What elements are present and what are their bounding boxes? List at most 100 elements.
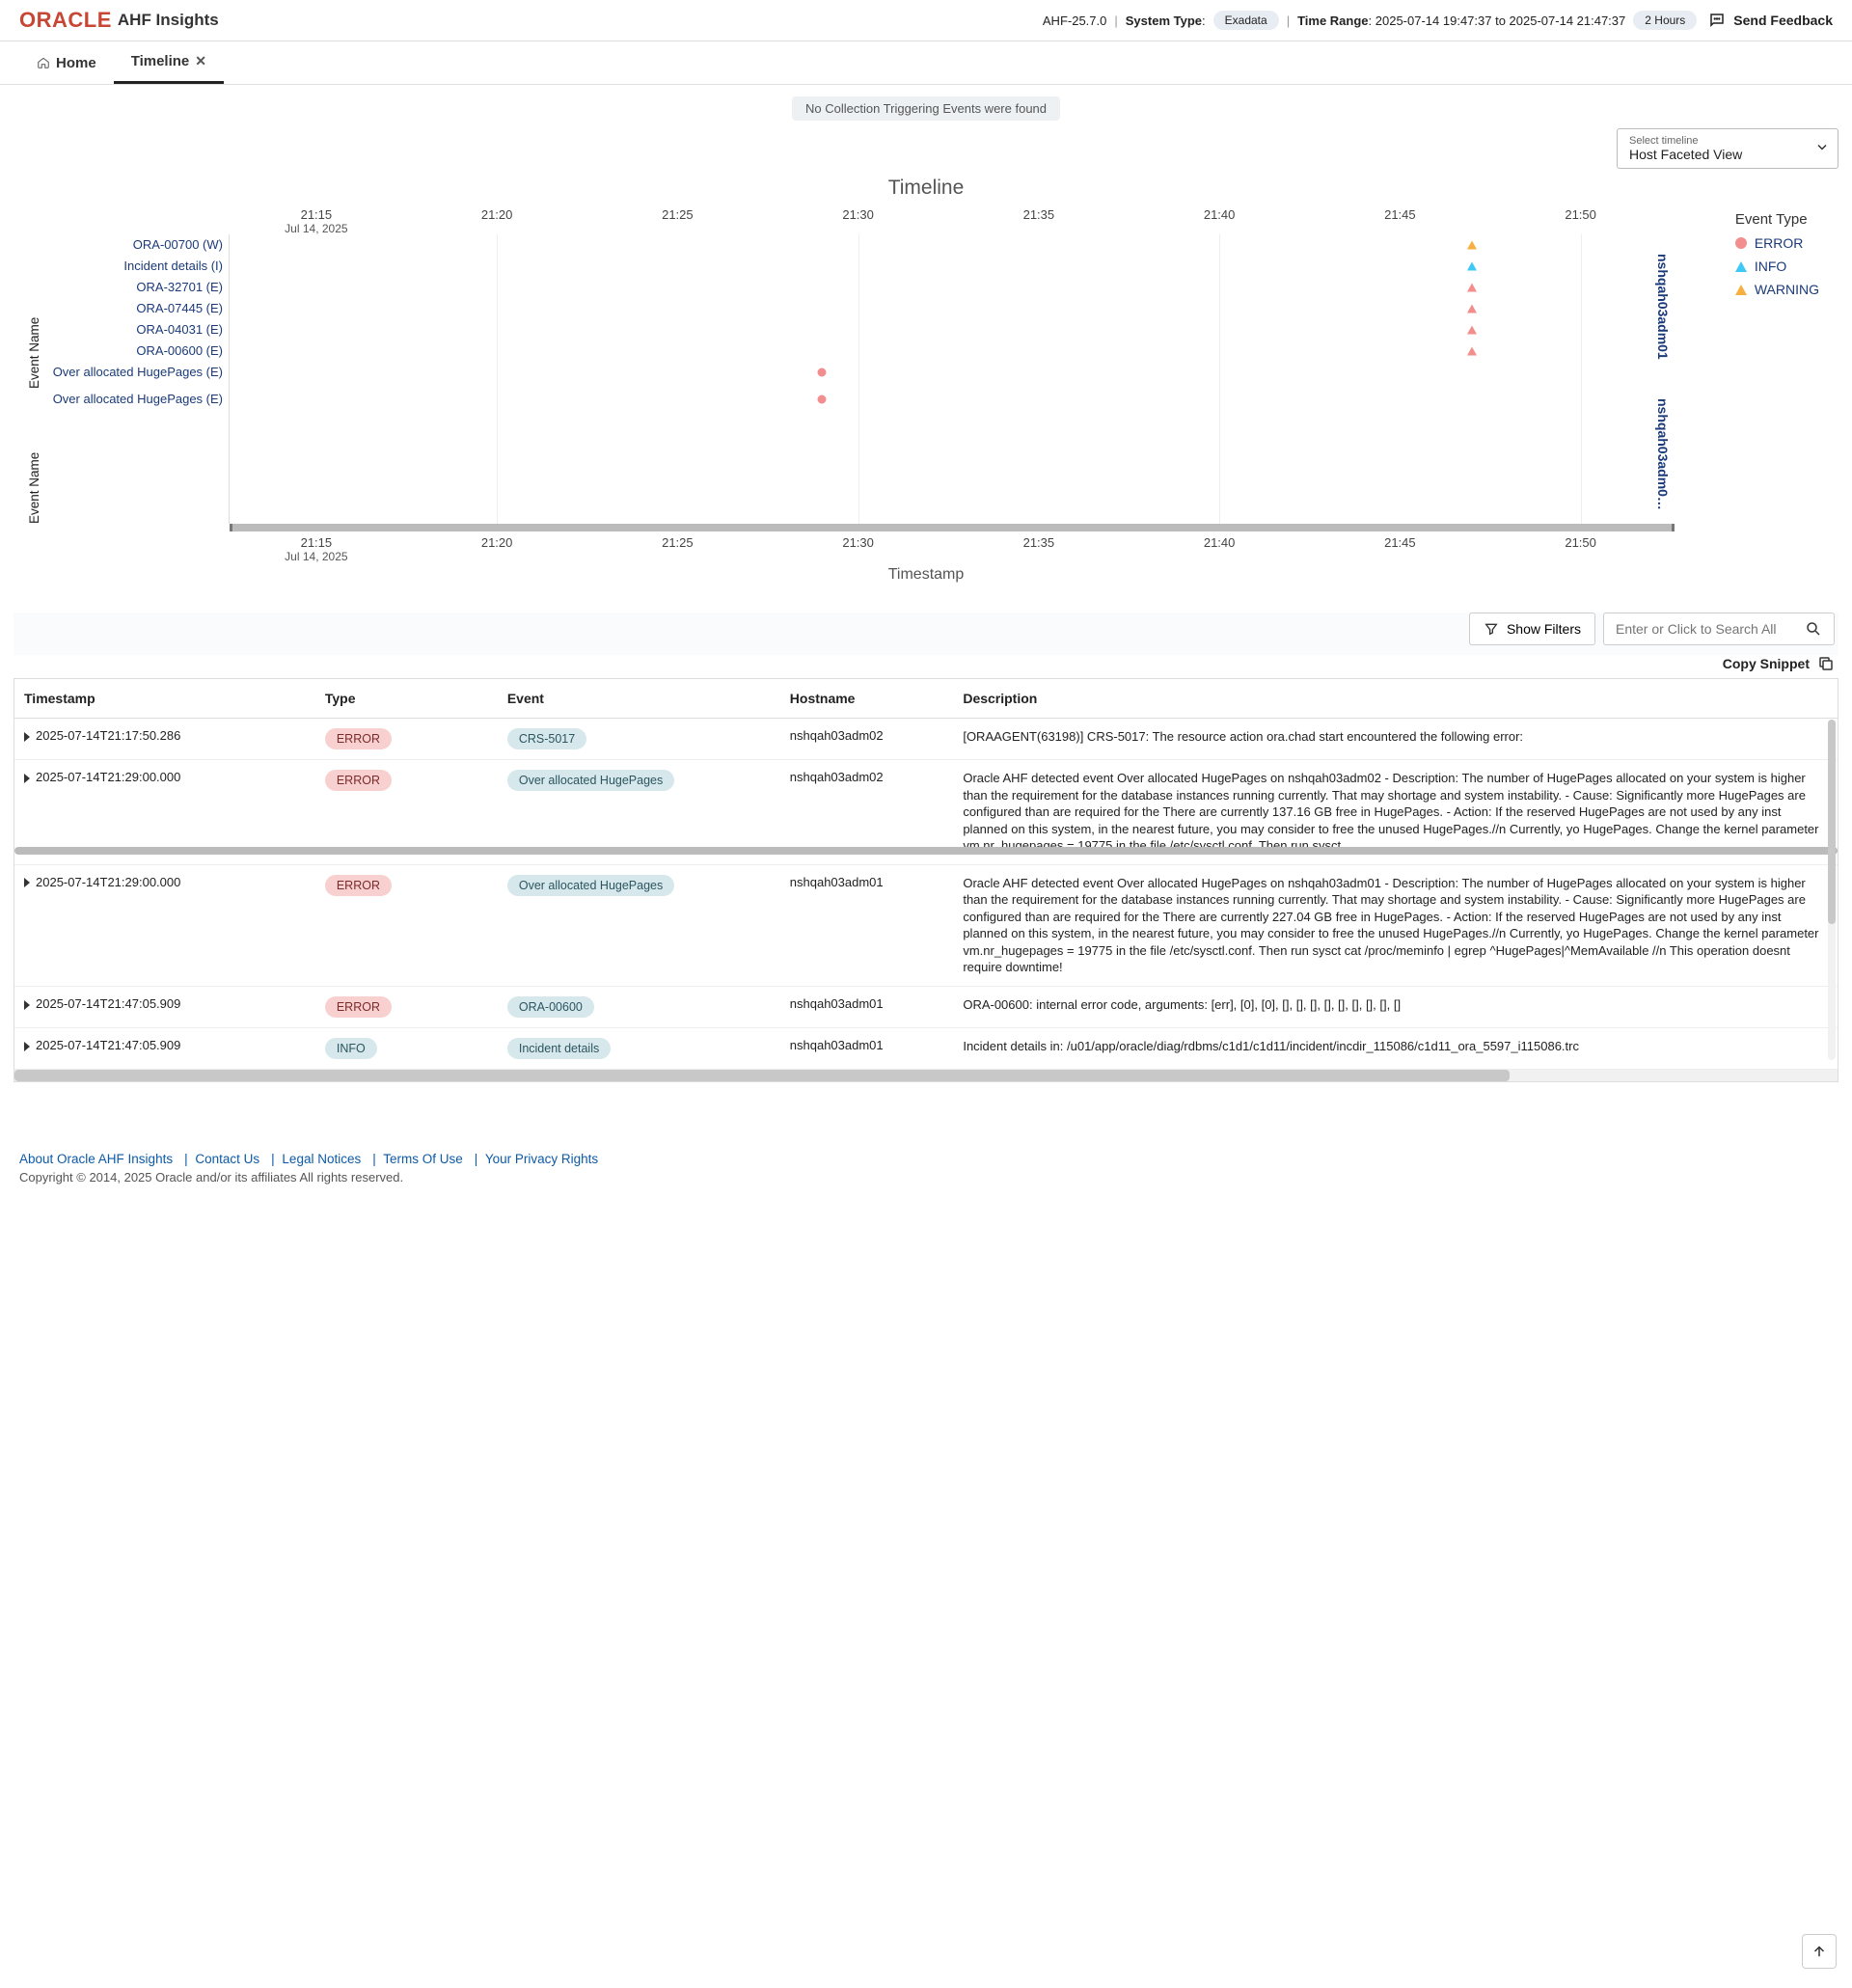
marker-error[interactable] (1467, 347, 1477, 356)
expand-icon[interactable] (24, 774, 30, 783)
footer-links: About Oracle AHF Insights| Contact Us| L… (19, 1152, 1833, 1166)
event-badge: Incident details (507, 1038, 611, 1059)
cell-description: [ORAAGENT(63198)] CRS-5017: The resource… (953, 719, 1838, 760)
cell-hostname: nshqah03adm01 (780, 987, 954, 1028)
scroll-to-top-button[interactable] (1802, 1934, 1837, 1969)
timeline-view-select[interactable]: Select timeline Host Faceted View (1617, 128, 1838, 169)
chart-title: Timeline (23, 177, 1829, 200)
x-axis-label: Timestamp (23, 566, 1829, 584)
filter-icon (1484, 621, 1499, 637)
table-h-scrollbar[interactable] (14, 1070, 1838, 1081)
marker-error[interactable] (818, 395, 827, 404)
chart-plot-area-2[interactable]: nshqah03adm0… (229, 389, 1675, 524)
expand-icon[interactable] (24, 878, 30, 887)
marker-error[interactable] (1467, 305, 1477, 313)
cell-hostname: nshqah03adm01 (780, 864, 954, 986)
type-badge: ERROR (325, 728, 392, 749)
tab-timeline-label: Timeline (131, 53, 190, 69)
type-badge: ERROR (325, 770, 392, 791)
feedback-label: Send Feedback (1733, 13, 1833, 28)
footer: About Oracle AHF Insights| Contact Us| L… (0, 1094, 1852, 1208)
table-overlay-scrollbar[interactable] (14, 847, 1838, 855)
footer-link[interactable]: Terms Of Use (383, 1152, 463, 1166)
cell-description: Incident details in: /u01/app/oracle/dia… (953, 1028, 1838, 1070)
cell-description: ORA-00600: internal error code, argument… (953, 987, 1838, 1028)
collection-banner: No Collection Triggering Events were fou… (14, 96, 1838, 121)
col-description[interactable]: Description (953, 679, 1838, 719)
cell-hostname: nshqah03adm01 (780, 1028, 954, 1070)
table-row[interactable]: 2025-07-14T21:29:00.000ERROROver allocat… (14, 864, 1838, 986)
expand-icon[interactable] (24, 1042, 30, 1051)
cell-timestamp: 2025-07-14T21:29:00.000 (36, 770, 180, 784)
chart-plot-area-1[interactable]: nshqah03adm01 (229, 234, 1675, 389)
footer-copyright: Copyright © 2014, 2025 Oracle and/or its… (19, 1170, 1833, 1185)
time-range-label: Time Range (1297, 14, 1368, 28)
marker-info[interactable] (1467, 262, 1477, 271)
topbar: ORACLE AHF Insights AHF-25.7.0 | System … (0, 0, 1852, 41)
table-row[interactable]: 2025-07-14T21:17:50.286 ERROR CRS-5017 nshq… (14, 719, 1838, 760)
chevron-down-icon (1816, 142, 1828, 156)
cell-timestamp: 2025-07-14T21:47:05.909 (36, 1038, 180, 1052)
events-table: Timestamp Type Event Hostname Descriptio… (14, 678, 1838, 1082)
marker-error[interactable] (818, 368, 827, 377)
footer-link[interactable]: Legal Notices (282, 1152, 361, 1166)
show-filters-button[interactable]: Show Filters (1469, 613, 1595, 645)
search-input[interactable] (1616, 621, 1805, 637)
copy-icon[interactable] (1817, 655, 1835, 672)
filter-bar: Show Filters (14, 613, 1838, 655)
close-icon[interactable]: ✕ (195, 53, 206, 69)
banner-text: No Collection Triggering Events were fou… (792, 96, 1060, 121)
type-badge: ERROR (325, 875, 392, 896)
copy-snippet-button[interactable]: Copy Snippet (1723, 656, 1810, 671)
footer-link[interactable]: About Oracle AHF Insights (19, 1152, 173, 1166)
table-v-scrollbar[interactable] (1828, 720, 1836, 1060)
col-event[interactable]: Event (498, 679, 780, 719)
table-row[interactable]: 2025-07-14T21:47:05.909 INFO Incident deta… (14, 1028, 1838, 1070)
table-row[interactable]: 2025-07-14T21:47:05.909ERRORORA-00600nsh… (14, 987, 1838, 1028)
tab-home[interactable]: Home (19, 41, 114, 84)
system-type-pill[interactable]: Exadata (1213, 11, 1279, 30)
duration-pill[interactable]: 2 Hours (1633, 11, 1697, 30)
expand-icon[interactable] (24, 732, 30, 742)
event-row-labels-2: Over allocated HugePages (E) (45, 389, 229, 524)
legend-item-info[interactable]: INFO (1735, 259, 1819, 274)
footer-link[interactable]: Contact Us (195, 1152, 259, 1166)
time-range-value: 2025-07-14 19:47:37 to 2025-07-14 21:47:… (1375, 14, 1626, 28)
expand-icon[interactable] (24, 1000, 30, 1010)
marker-error[interactable] (1467, 284, 1477, 292)
home-icon (37, 56, 50, 69)
marker-warning[interactable] (1467, 241, 1477, 250)
col-type[interactable]: Type (315, 679, 498, 719)
legend-item-error[interactable]: ERROR (1735, 235, 1819, 251)
x-ticks-top: 21:15Jul 14, 2025 21:20 21:25 21:30 21:3… (230, 207, 1675, 234)
cell-timestamp: 2025-07-14T21:17:50.286 (36, 728, 180, 743)
select-label: Select timeline (1629, 135, 1826, 147)
marker-error[interactable] (1467, 326, 1477, 335)
logo-brand: ORACLE (19, 8, 112, 33)
y-axis-label: Event Name (23, 234, 45, 389)
send-feedback-button[interactable]: Send Feedback (1708, 12, 1833, 29)
footer-link[interactable]: Your Privacy Rights (485, 1152, 598, 1166)
event-badge: Over allocated HugePages (507, 770, 674, 791)
event-badge: CRS-5017 (507, 728, 586, 749)
col-hostname[interactable]: Hostname (780, 679, 954, 719)
col-timestamp[interactable]: Timestamp (14, 679, 315, 719)
search-input-wrap[interactable] (1603, 613, 1835, 645)
chart-h-scrollbar[interactable] (230, 524, 1675, 531)
header-meta: AHF-25.7.0 | System Type: Exadata | Time… (1043, 11, 1697, 30)
tab-timeline[interactable]: Timeline ✕ (114, 41, 224, 84)
cell-hostname: nshqah03adm02 (780, 719, 954, 760)
feedback-icon (1708, 12, 1726, 29)
ahf-version: AHF-25.7.0 (1043, 14, 1106, 28)
select-value: Host Faceted View (1629, 147, 1826, 162)
type-badge: INFO (325, 1038, 377, 1059)
facet-label-2: nshqah03adm0… (1655, 398, 1671, 510)
legend-item-warning[interactable]: WARNING (1735, 282, 1819, 297)
event-row-labels: ORA-00700 (W) Incident details (I) ORA-3… (45, 234, 229, 389)
y-axis-label: Event Name (23, 389, 45, 524)
legend-title: Event Type (1735, 211, 1819, 228)
tab-home-label: Home (56, 55, 96, 71)
logo-product: AHF Insights (118, 11, 219, 30)
chart-legend: Event Type ERROR INFO WARNING (1735, 211, 1819, 305)
table-header-row: Timestamp Type Event Hostname Descriptio… (14, 679, 1838, 719)
